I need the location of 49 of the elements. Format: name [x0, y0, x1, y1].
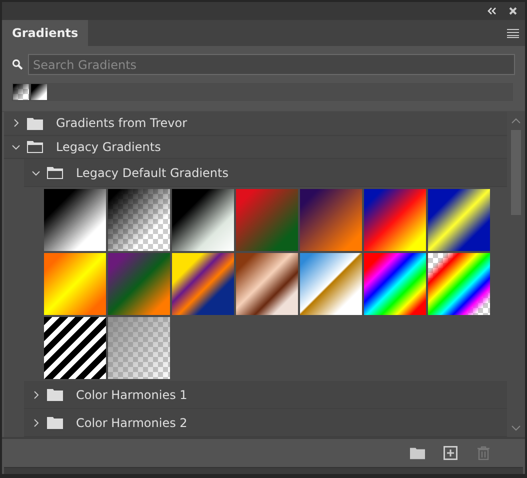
gradient-swatch[interactable] — [44, 253, 106, 315]
gradient-swatch[interactable] — [300, 189, 362, 251]
folder-icon[interactable] — [410, 446, 425, 460]
search-field[interactable]: Search Gradients — [28, 54, 515, 75]
chevron-down-icon[interactable] — [32, 168, 40, 176]
gradient-swatch[interactable] — [44, 189, 106, 251]
gradient-swatch[interactable] — [172, 253, 234, 315]
gradient-swatch[interactable] — [364, 189, 426, 251]
gradient-swatch[interactable] — [13, 84, 29, 100]
gradient-swatch[interactable] — [364, 253, 426, 315]
gradient-swatch[interactable] — [108, 317, 170, 379]
group-name: Gradients from Trevor — [56, 116, 188, 130]
scroll-down-icon[interactable] — [511, 425, 521, 431]
gradient-group-row[interactable]: Color Harmonies 2 — [24, 409, 507, 437]
gradient-group-row[interactable]: Legacy Gradients — [4, 136, 507, 159]
gradient-swatch[interactable] — [172, 189, 234, 251]
gradient-group-row[interactable]: Legacy Default Gradients — [24, 159, 507, 187]
resize-grip[interactable] — [4, 467, 523, 474]
menu-icon[interactable] — [507, 28, 519, 38]
gradient-swatch[interactable] — [108, 189, 170, 251]
chevron-right-icon[interactable] — [32, 390, 40, 398]
gradient-swatch[interactable] — [31, 84, 47, 100]
group-name: Color Harmonies 2 — [76, 416, 188, 430]
search-icon — [12, 59, 23, 70]
gradient-swatch[interactable] — [108, 253, 170, 315]
gradient-swatch[interactable] — [236, 189, 298, 251]
folder-icon — [47, 388, 63, 401]
scrollbar[interactable] — [507, 112, 525, 437]
collapse-icon[interactable] — [487, 7, 497, 15]
gradient-group-row[interactable]: Color Harmonies 1 — [24, 381, 507, 409]
panel-tab[interactable]: Gradients — [2, 20, 88, 46]
open-folder-icon — [27, 140, 43, 154]
gradient-swatch[interactable] — [44, 317, 106, 379]
scroll-up-icon[interactable] — [511, 118, 521, 124]
open-folder-icon — [47, 166, 63, 179]
close-icon[interactable] — [509, 7, 517, 15]
chevron-down-icon[interactable] — [12, 142, 20, 151]
folder-icon — [47, 416, 63, 429]
gradient-swatch[interactable] — [300, 253, 362, 315]
gradient-swatch[interactable] — [428, 253, 490, 315]
group-name: Color Harmonies 1 — [76, 388, 188, 402]
folder-icon — [27, 116, 43, 130]
group-name: Legacy Gradients — [56, 140, 161, 154]
group-name: Legacy Default Gradients — [76, 166, 228, 180]
gradient-swatch[interactable] — [428, 189, 490, 251]
chevron-right-icon[interactable] — [32, 418, 40, 426]
gradient-swatch[interactable] — [236, 253, 298, 315]
chevron-right-icon[interactable] — [12, 119, 20, 128]
add-icon[interactable] — [443, 446, 458, 460]
